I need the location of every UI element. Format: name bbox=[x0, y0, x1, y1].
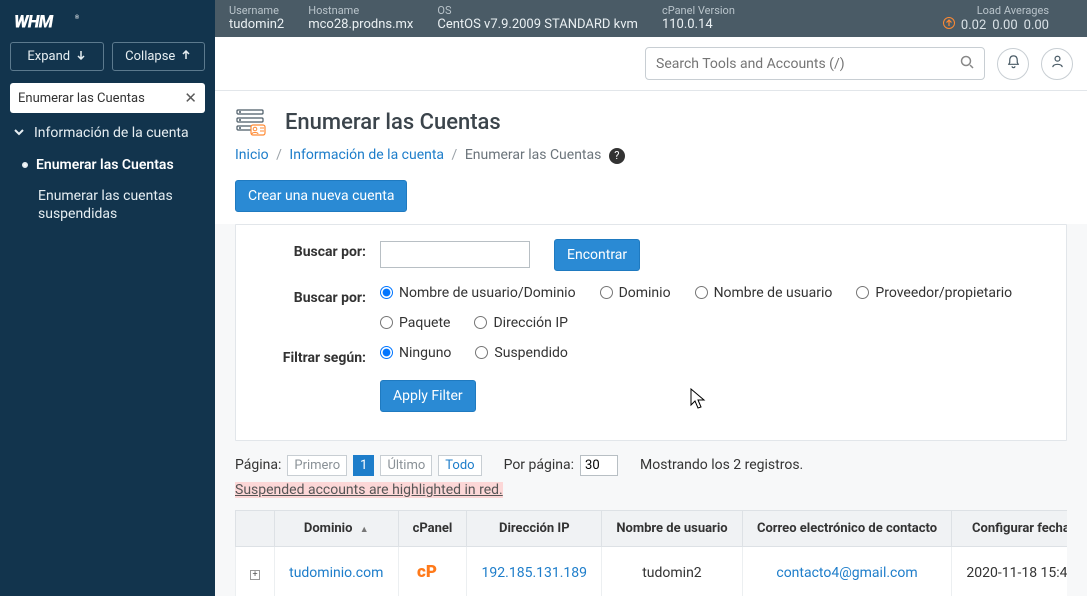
accounts-table: Dominio ▲ cPanel Dirección IP Nombre de … bbox=[235, 510, 1067, 596]
sidebar-item-label: Enumerar las cuentas suspendidas bbox=[38, 188, 173, 222]
chevron-down-icon bbox=[14, 125, 26, 141]
cpanel-icon[interactable]: cP bbox=[417, 561, 447, 585]
breadcrumb-category[interactable]: Información de la cuenta bbox=[289, 147, 444, 163]
page-first-button[interactable]: Primero bbox=[287, 455, 347, 476]
sidebar-search[interactable]: ✕ bbox=[10, 83, 205, 113]
page-all-button[interactable]: Todo bbox=[438, 455, 481, 476]
bullet-icon bbox=[22, 162, 28, 168]
whm-logo[interactable]: WHM ® bbox=[0, 0, 215, 42]
col-cpanel[interactable]: cPanel bbox=[398, 510, 467, 546]
breadcrumb-home[interactable]: Inicio bbox=[235, 147, 269, 163]
sidebar-item-list-accounts[interactable]: Enumerar las Cuentas bbox=[0, 149, 215, 181]
col-domain[interactable]: Dominio ▲ bbox=[275, 510, 399, 546]
radio-user-domain[interactable]: Nombre de usuario/Dominio bbox=[380, 285, 576, 301]
filter-by-label: Filtrar según: bbox=[250, 345, 380, 366]
info-os: OS CentOS v7.9.2009 STANDARD kvm bbox=[437, 4, 638, 32]
radio-package[interactable]: Paquete bbox=[380, 315, 450, 331]
per-page-input[interactable] bbox=[580, 455, 618, 476]
info-hostname: Hostname mco28.prodns.mx bbox=[308, 4, 413, 32]
page-header: Enumerar las Cuentas bbox=[215, 91, 1087, 143]
search-by-label: Buscar por: bbox=[250, 285, 380, 306]
sort-asc-icon: ▲ bbox=[360, 525, 369, 535]
col-setup-date[interactable]: Configurar fecha bbox=[952, 510, 1067, 546]
help-icon[interactable]: ? bbox=[609, 148, 625, 164]
row-expand-icon[interactable]: + bbox=[250, 570, 260, 580]
sidebar-category-label: Información de la cuenta bbox=[34, 125, 189, 141]
table-row: + tudominio.com cP 192.185.131.189 tudom… bbox=[236, 546, 1068, 596]
cell-user: tudomin2 bbox=[602, 546, 743, 596]
col-ip[interactable]: Dirección IP bbox=[467, 510, 602, 546]
arrow-down-icon bbox=[76, 49, 86, 64]
find-button[interactable]: Encontrar bbox=[554, 239, 640, 271]
breadcrumb-current: Enumerar las Cuentas bbox=[465, 147, 602, 163]
radio-filter-suspended[interactable]: Suspendido bbox=[475, 345, 567, 361]
apply-filter-button[interactable]: Apply Filter bbox=[380, 380, 476, 412]
pagination-bar: Página: Primero 1 Último Todo Por página… bbox=[215, 441, 1087, 504]
svg-text:cP: cP bbox=[417, 562, 437, 581]
info-username: Username tudomin2 bbox=[229, 4, 284, 32]
radio-filter-none[interactable]: Ninguno bbox=[380, 345, 451, 361]
create-account-button[interactable]: Crear una nueva cuenta bbox=[235, 180, 407, 212]
per-page-label: Por página: bbox=[504, 457, 574, 473]
search-for-label: Buscar por: bbox=[250, 239, 380, 260]
sidebar-item-label: Enumerar las Cuentas bbox=[36, 157, 174, 173]
quick-search-input[interactable] bbox=[656, 56, 960, 72]
search-input[interactable] bbox=[380, 241, 530, 268]
col-email[interactable]: Correo electrónico de contacto bbox=[742, 510, 952, 546]
list-accounts-icon bbox=[235, 107, 271, 137]
sidebar-item-list-suspended[interactable]: Enumerar las cuentas suspendidas bbox=[0, 181, 215, 229]
svg-text:®: ® bbox=[75, 14, 80, 21]
load-up-icon bbox=[943, 17, 955, 33]
arrow-up-icon bbox=[181, 49, 191, 64]
content-area: Enumerar las Cuentas Inicio / Informació… bbox=[215, 91, 1087, 596]
expand-button[interactable]: Expand bbox=[10, 42, 104, 71]
info-load-averages: Load Averages 0.02 0.00 0.00 bbox=[943, 4, 1049, 33]
user-icon bbox=[1050, 54, 1065, 73]
radio-owner[interactable]: Proveedor/propietario bbox=[856, 285, 1012, 301]
page-title: Enumerar las Cuentas bbox=[285, 110, 501, 135]
page-label: Página: bbox=[235, 457, 281, 473]
clear-search-icon[interactable]: ✕ bbox=[184, 89, 197, 107]
user-menu-button[interactable] bbox=[1041, 48, 1073, 80]
notifications-button[interactable] bbox=[997, 48, 1029, 80]
breadcrumb: Inicio / Información de la cuenta / Enum… bbox=[215, 143, 1087, 180]
search-icon[interactable] bbox=[960, 54, 974, 73]
table-header-row: Dominio ▲ cPanel Dirección IP Nombre de … bbox=[236, 510, 1068, 546]
collapse-button[interactable]: Collapse bbox=[112, 42, 206, 71]
bell-icon bbox=[1006, 54, 1021, 73]
sidebar-search-input[interactable] bbox=[18, 91, 184, 106]
sidebar-category-account-info[interactable]: Información de la cuenta bbox=[0, 117, 215, 149]
info-cpanel-version: cPanel Version 110.0.14 bbox=[662, 4, 735, 32]
page-last-button[interactable]: Último bbox=[380, 455, 432, 476]
email-link[interactable]: contacto4@gmail.com bbox=[776, 565, 917, 581]
main: Username tudomin2 Hostname mco28.prodns.… bbox=[215, 0, 1087, 596]
quick-search[interactable] bbox=[645, 47, 985, 80]
svg-text:WHM: WHM bbox=[14, 13, 54, 32]
cell-setup-date: 2020-11-18 15:46 bbox=[952, 546, 1067, 596]
col-user[interactable]: Nombre de usuario bbox=[602, 510, 743, 546]
suspended-note: Suspended accounts are highlighted in re… bbox=[235, 482, 503, 498]
domain-link[interactable]: tudominio.com bbox=[289, 565, 383, 581]
top-toolbar bbox=[215, 37, 1087, 91]
search-filter-panel: Buscar por: Encontrar Buscar por: Nombre… bbox=[235, 224, 1067, 441]
server-info-bar: Username tudomin2 Hostname mco28.prodns.… bbox=[215, 0, 1087, 37]
collapse-label: Collapse bbox=[125, 49, 175, 64]
expand-label: Expand bbox=[27, 49, 70, 64]
radio-user[interactable]: Nombre de usuario bbox=[695, 285, 833, 301]
ip-link[interactable]: 192.185.131.189 bbox=[482, 565, 588, 581]
page-1-button[interactable]: 1 bbox=[353, 455, 374, 476]
records-count-text: Mostrando los 2 registros. bbox=[640, 457, 803, 473]
radio-ip[interactable]: Dirección IP bbox=[474, 315, 568, 331]
sidebar: WHM ® Expand Collapse ✕ bbox=[0, 0, 215, 596]
radio-domain[interactable]: Dominio bbox=[600, 285, 671, 301]
